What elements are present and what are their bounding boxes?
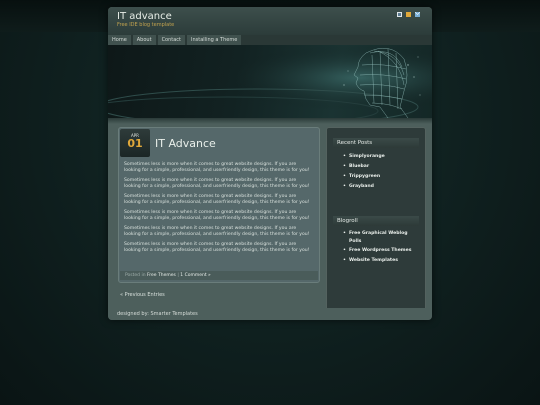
recent-post-link[interactable]: Grayband <box>333 182 419 192</box>
post-category-link[interactable]: Free Themes <box>147 273 176 278</box>
site-footer: designed by: Smarter Templates <box>108 308 432 320</box>
recent-post-link[interactable]: Simplyorange <box>333 152 419 162</box>
mail-icon[interactable] <box>415 12 420 17</box>
recent-posts-widget: Recent Posts Simplyorange Bluebar Trippy… <box>333 138 419 192</box>
banner-shadow <box>108 118 432 124</box>
page-container: IT advance Free IDE blog template Home A… <box>108 7 432 320</box>
blogroll-title: Blogroll <box>333 216 419 226</box>
post-paragraph: Sometimes less is more when it comes to … <box>124 242 310 253</box>
bookmark-icon[interactable] <box>406 12 411 17</box>
site-header: IT advance Free IDE blog template <box>108 7 432 35</box>
recent-posts-list: Simplyorange Bluebar Trippygreen Grayban… <box>333 152 419 192</box>
blogroll-link[interactable]: Website Templates <box>333 256 419 266</box>
recent-post-link[interactable]: Bluebar <box>333 162 419 172</box>
post-date-day: 01 <box>127 137 143 150</box>
wireframe-head-image <box>108 45 432 118</box>
post-meta: Posted in Free Themes | 1 Comment » <box>120 271 318 280</box>
post-paragraph: Sometimes less is more when it comes to … <box>124 178 310 189</box>
blogroll-link[interactable]: Free Wordpress Themes <box>333 246 419 256</box>
post-paragraph: Sometimes less is more when it comes to … <box>124 162 310 173</box>
blogroll-link[interactable]: Free Graphical Weblog Polls <box>333 230 419 246</box>
main-nav: Home About Contact Installing a Theme <box>108 35 432 45</box>
previous-entries-link[interactable]: « Previous Entries <box>120 292 165 298</box>
post-paragraph: Sometimes less is more when it comes to … <box>124 210 310 221</box>
site-title[interactable]: IT advance <box>117 11 172 22</box>
nav-contact[interactable]: Contact <box>157 35 187 45</box>
blogroll-list: Free Graphical Weblog Polls Free Wordpre… <box>333 230 419 266</box>
post-comments-link[interactable]: 1 Comment » <box>180 273 211 278</box>
recent-post-link[interactable]: Trippygreen <box>333 172 419 182</box>
post-title[interactable]: IT Advance <box>155 137 216 150</box>
nav-home[interactable]: Home <box>108 35 132 45</box>
post-paragraph: Sometimes less is more when it comes to … <box>124 226 310 237</box>
post-body: Sometimes less is more when it comes to … <box>124 162 314 258</box>
site-description: Free IDE blog template <box>117 22 175 28</box>
post-meta-prefix: Posted in <box>125 273 146 278</box>
sidebar: Recent Posts Simplyorange Bluebar Trippy… <box>326 127 426 311</box>
header-banner <box>108 45 432 118</box>
post-date-badge: APR 01 <box>120 129 150 157</box>
post-paragraph: Sometimes less is more when it comes to … <box>124 194 310 205</box>
footer-credit[interactable]: designed by: Smarter Templates <box>108 311 198 317</box>
header-icons <box>397 12 420 17</box>
nav-about[interactable]: About <box>132 35 157 45</box>
nav-installing-theme[interactable]: Installing a Theme <box>187 35 243 45</box>
blogroll-widget: Blogroll Free Graphical Weblog Polls Fre… <box>333 216 419 266</box>
recent-posts-title: Recent Posts <box>333 138 419 148</box>
blog-post: APR 01 IT Advance Sometimes less is more… <box>118 127 320 283</box>
post-meta-separator: | <box>177 273 179 278</box>
rss-icon[interactable] <box>397 12 402 17</box>
